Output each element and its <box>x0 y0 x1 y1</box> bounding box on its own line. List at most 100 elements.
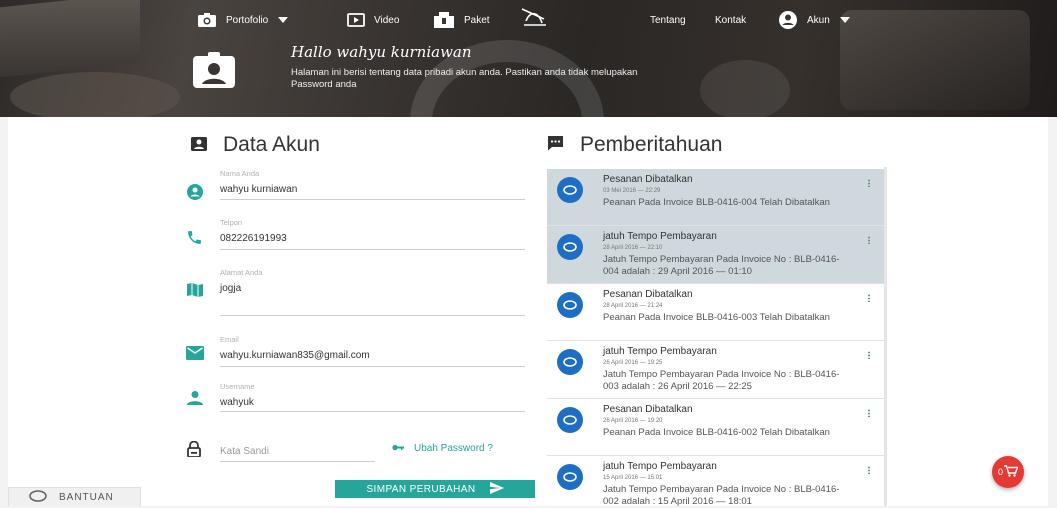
notification-item[interactable]: jatuh Tempo Pembayaran 15 April 2016 — 1… <box>547 456 884 507</box>
account-heading-label: Data Akun <box>223 133 320 156</box>
notification-avatar-icon <box>557 464 583 490</box>
nav-kontak-label: Kontak <box>715 14 747 26</box>
notification-title: jatuh Tempo Pembayaran <box>603 461 717 472</box>
top-nav: Portofolio Video Paket Tentang Kontak Ak… <box>0 7 1057 34</box>
more-vert-icon[interactable] <box>868 466 870 474</box>
more-vert-icon[interactable] <box>868 409 870 417</box>
nav-kontak[interactable]: Kontak <box>715 10 746 30</box>
name-field[interactable]: Nama Anda wahyu kurniawan <box>220 169 297 195</box>
notification-item[interactable]: Pesanan Dibatalkan 28 April 2016 — 21:24… <box>547 284 884 341</box>
more-vert-icon[interactable] <box>868 236 870 244</box>
name-label: Nama Anda <box>220 169 260 178</box>
notification-avatar-icon <box>557 407 583 433</box>
notification-avatar-icon <box>557 177 583 203</box>
notification-body: Jatuh Tempo Pembayaran Pada Invoice No :… <box>603 254 840 277</box>
message-icon <box>547 133 564 157</box>
phone-value: 082226191993 <box>220 233 287 244</box>
nav-akun[interactable]: Akun <box>778 10 851 30</box>
notification-body: Peanan Pada Invoice BLB-0416-004 Telah D… <box>603 197 830 208</box>
password-underline <box>220 461 375 462</box>
cart-count: 0 <box>997 467 1003 477</box>
nav-paket[interactable]: Paket <box>433 10 490 30</box>
username-field[interactable]: Username wahyuk <box>220 382 255 408</box>
notification-title: Pesanan Dibatalkan <box>603 404 693 415</box>
email-label: Email <box>220 335 239 344</box>
more-vert-icon[interactable] <box>868 294 870 302</box>
email-value: wahyu.kurniawan835@gmail.com <box>220 350 370 361</box>
nav-portfolio-label: Portofolio <box>226 14 269 26</box>
lock-icon <box>187 440 201 462</box>
username-label: Username <box>220 382 255 391</box>
notification-title: Pesanan Dibatalkan <box>603 174 693 185</box>
notification-title: Pesanan Dibatalkan <box>603 289 693 300</box>
name-underline <box>220 199 525 200</box>
cart-icon <box>1004 465 1019 479</box>
account-circle-icon <box>187 184 203 205</box>
phone-field[interactable]: Telpon 082226191993 <box>220 218 287 244</box>
email-field[interactable]: Email wahyu.kurniawan835@gmail.com <box>220 335 370 361</box>
send-icon <box>489 481 504 497</box>
address-value: jogja <box>220 283 242 294</box>
username-underline <box>220 411 525 412</box>
cart-button[interactable]: 0 <box>992 456 1024 488</box>
notification-date: 15 April 2016 — 15:01 <box>603 475 663 481</box>
hero-banner: Portofolio Video Paket Tentang Kontak Ak… <box>0 0 1057 117</box>
notification-item[interactable]: jatuh Tempo Pembayaran 26 April 2016 — 1… <box>547 341 884 399</box>
nav-tentang-label: Tentang <box>650 14 686 26</box>
greeting-subtitle: Halaman ini berisi tentang data pribadi … <box>291 67 638 90</box>
nav-video[interactable]: Video <box>347 10 399 30</box>
nav-tentang[interactable]: Tentang <box>650 10 686 30</box>
phone-icon <box>186 229 203 251</box>
profile-badge-icon <box>191 50 237 90</box>
notification-avatar-icon <box>557 234 583 260</box>
greeting-title: Hallo wahyu kurniawan <box>291 43 472 61</box>
address-field[interactable]: Alamat Anda jogja <box>220 268 263 294</box>
hero-decoration <box>700 60 790 117</box>
change-password-link[interactable]: Ubah Password ? <box>392 443 493 454</box>
map-icon <box>187 283 203 302</box>
notification-date: 28 April 2016 — 21:24 <box>603 303 663 309</box>
notifications-heading-label: Pemberitahuan <box>580 133 723 156</box>
more-vert-icon[interactable] <box>868 179 870 187</box>
account-circle-icon <box>778 10 798 30</box>
notification-avatar-icon <box>557 349 583 375</box>
notification-date: 26 April 2016 — 19:25 <box>603 360 663 366</box>
nav-akun-label: Akun <box>807 14 830 26</box>
hero-decoration <box>10 72 180 117</box>
notification-body: Peanan Pada Invoice BLB-0416-003 Telah D… <box>603 312 830 323</box>
account-heading: Data Akun <box>191 133 320 157</box>
caret-down-icon <box>839 16 851 24</box>
address-underline <box>220 315 525 316</box>
account-box-icon <box>191 133 207 157</box>
help-tab[interactable]: BANTUAN <box>8 487 141 506</box>
notifications-heading: Pemberitahuan <box>547 133 722 157</box>
camera-icon <box>197 12 217 28</box>
change-password-label: Ubah Password ? <box>414 443 493 454</box>
notification-item[interactable]: Pesanan Dibatalkan 03 Mei 2016 — 22:29 P… <box>547 169 884 226</box>
package-icon <box>433 11 455 29</box>
brand-logo[interactable] <box>518 7 550 27</box>
notification-title: jatuh Tempo Pembayaran <box>603 346 717 357</box>
save-button[interactable]: SIMPAN PERUBAHAN <box>335 480 535 498</box>
caret-down-icon <box>277 16 289 24</box>
more-vert-icon[interactable] <box>868 351 870 359</box>
username-value: wahyuk <box>220 397 254 408</box>
notification-item[interactable]: jatuh Tempo Pembayaran 28 April 2016 — 2… <box>547 226 884 284</box>
notification-date: 28 April 2016 — 22:10 <box>603 245 663 251</box>
notification-date: 26 April 2016 — 19:20 <box>603 418 663 424</box>
notification-scrollbar[interactable] <box>884 167 887 506</box>
address-label: Alamat Anda <box>220 268 263 277</box>
nav-portfolio[interactable]: Portofolio <box>197 10 289 30</box>
nav-video-label: Video <box>374 14 400 26</box>
phone-underline <box>220 249 525 250</box>
nav-paket-label: Paket <box>464 14 490 26</box>
person-icon <box>187 391 203 410</box>
notification-body: Jatuh Tempo Pembayaran Pada Invoice No :… <box>603 369 840 392</box>
help-label: BANTUAN <box>59 491 114 503</box>
notification-avatar-icon <box>557 292 583 318</box>
notification-item[interactable]: Pesanan Dibatalkan 26 April 2016 — 19:20… <box>547 399 884 456</box>
play-icon <box>347 12 365 28</box>
phone-label: Telpon <box>220 218 243 227</box>
save-button-label: SIMPAN PERUBAHAN <box>366 483 476 495</box>
password-input[interactable]: Kata Sandi <box>220 446 269 457</box>
